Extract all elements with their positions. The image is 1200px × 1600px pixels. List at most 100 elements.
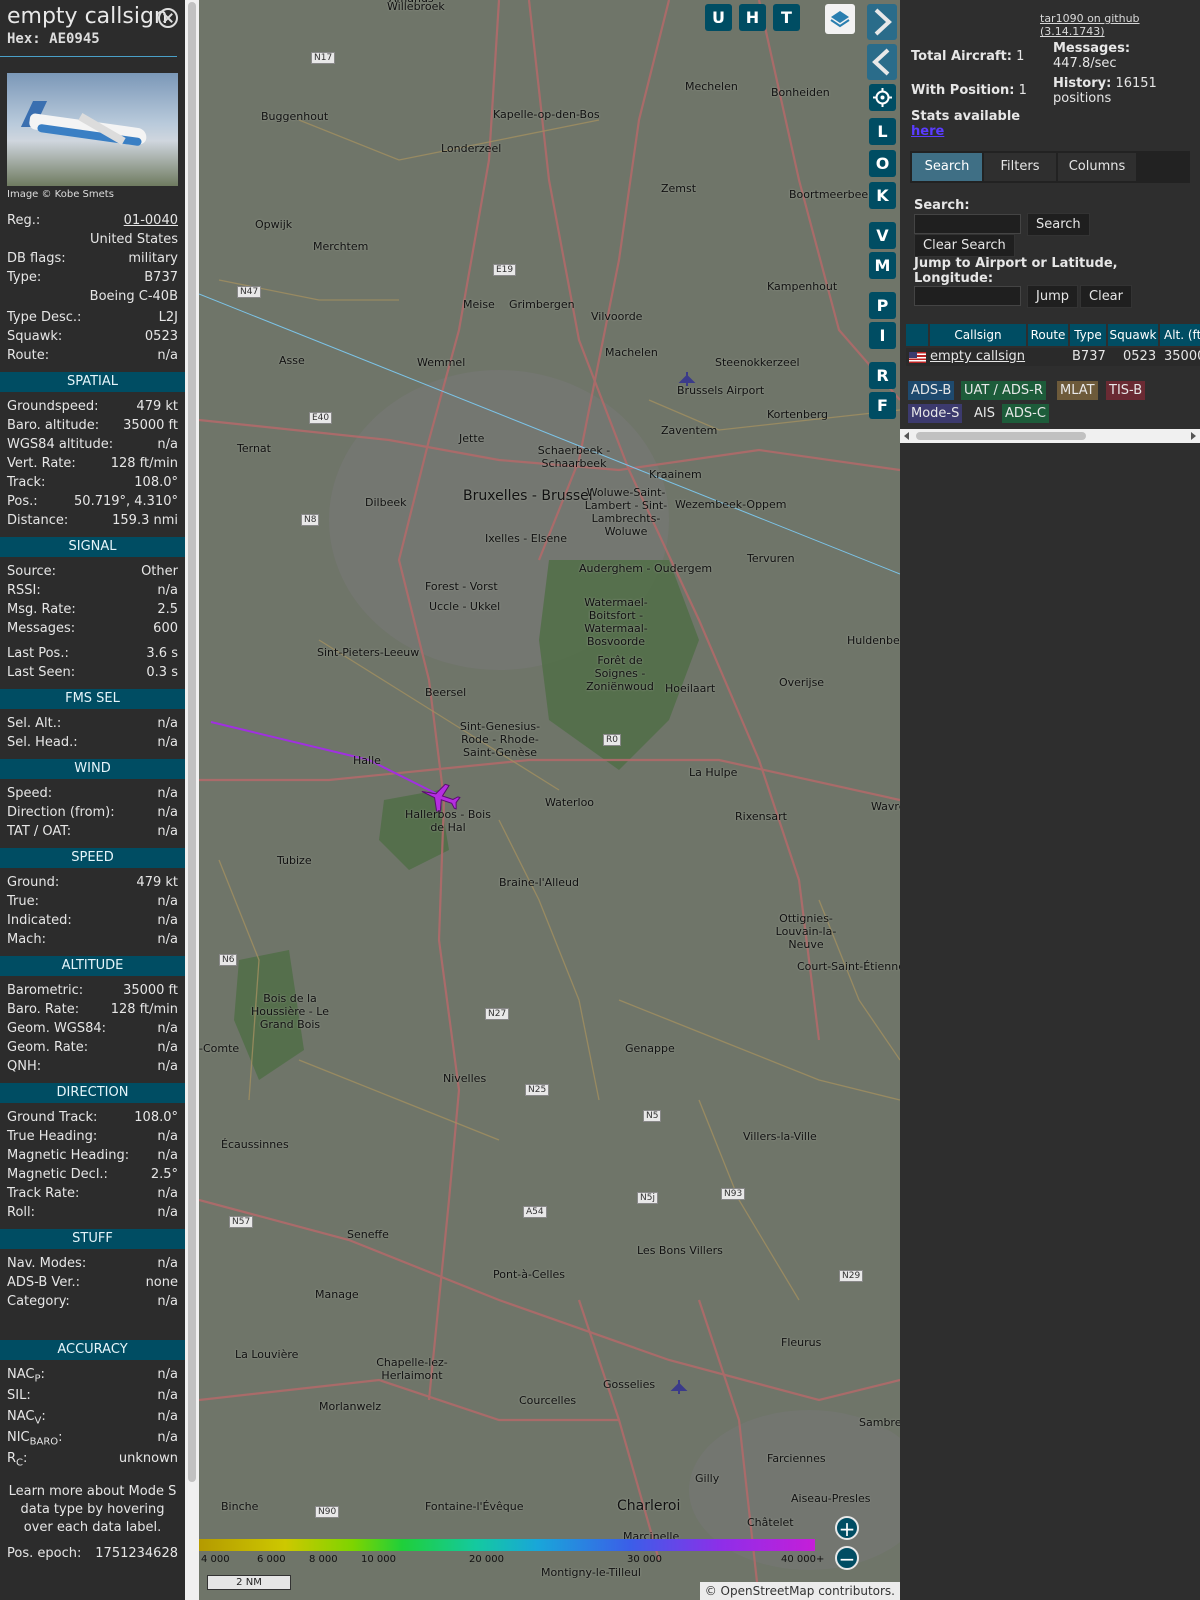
col-callsign[interactable]: Callsign: [930, 324, 1026, 346]
info-key: NACP:: [7, 1367, 45, 1385]
chevron-right-icon: [874, 8, 892, 36]
info-row: SIL: n/a: [0, 1387, 185, 1408]
zoom-in-button[interactable]: +: [835, 1516, 859, 1540]
info-scrollbar[interactable]: [185, 0, 199, 1600]
map-place-label: Forest - Vorst: [425, 580, 498, 593]
info-value: 108.0°: [134, 475, 178, 490]
layers-button[interactable]: [825, 4, 855, 34]
toggle-t-button[interactable]: T: [773, 4, 800, 31]
search-input[interactable]: [914, 214, 1021, 234]
source-badge: ADS-C: [1002, 404, 1049, 423]
map-place-label: Manage: [315, 1288, 359, 1301]
map-place-label: Kortenberg: [767, 408, 829, 421]
col-squawk[interactable]: Squawk: [1108, 324, 1158, 346]
tab-columns[interactable]: Columns: [1058, 153, 1136, 181]
info-row: Ground Track: 108.0°: [0, 1109, 185, 1128]
close-icon[interactable]: [158, 8, 178, 28]
map-place-label: Wavre: [871, 800, 900, 813]
map-toggle-i-button[interactable]: I: [869, 322, 896, 349]
info-value: unknown: [118, 1451, 178, 1466]
colorbar-label: 30 000: [627, 1554, 662, 1565]
table-row[interactable]: empty callsign B737 0523 35000: [906, 348, 1200, 366]
road-shield: N57: [229, 1216, 254, 1228]
aircraft-photo[interactable]: [7, 73, 178, 186]
info-row: Type: B737: [0, 269, 185, 288]
map-place-label: Asse: [279, 354, 305, 367]
tab-filters[interactable]: Filters: [984, 153, 1056, 181]
road-shield: N29: [839, 1270, 864, 1282]
messages-rate: Messages: 447.8/sec: [1053, 41, 1131, 71]
map-view[interactable]: WillebroekAmandsMechelenBonheidenBuggenh…: [199, 0, 900, 1600]
github-link[interactable]: tar1090 on github (3.14.1743): [1040, 12, 1200, 38]
map-toggle-f-button[interactable]: F: [869, 392, 896, 419]
info-value: 35000 ft: [123, 983, 178, 998]
section-header: SPEED: [0, 848, 185, 868]
zoom-out-button[interactable]: −: [835, 1546, 859, 1570]
info-key: Speed:: [7, 786, 53, 801]
photo-credit: Image © Kobe Smets: [7, 189, 114, 200]
info-key: NACV:: [7, 1409, 46, 1427]
map-attribution[interactable]: © OpenStreetMap contributors.: [699, 1582, 900, 1600]
info-key: Direction (from):: [7, 805, 115, 820]
toggle-h-button[interactable]: H: [739, 4, 766, 31]
map-toggle-l-button[interactable]: L: [869, 118, 896, 145]
info-key: Track:: [7, 475, 46, 490]
map-place-label: Rixensart: [735, 810, 787, 823]
map-toggle-p-button[interactable]: P: [869, 292, 896, 319]
stats-link[interactable]: here: [911, 124, 944, 139]
section-header: WIND: [0, 759, 185, 779]
info-value: 35000 ft: [123, 418, 178, 433]
map-place-label: Halle: [353, 754, 381, 767]
sidebar: tar1090 on github (3.14.1743) Total Airc…: [900, 0, 1200, 1600]
map-toggle-o-button[interactable]: O: [869, 150, 896, 177]
map-place-label: Ottignies-Louvain-la-Neuve: [775, 912, 837, 951]
road-shield: N93: [721, 1188, 746, 1200]
info-value: 128 ft/min: [110, 456, 178, 471]
jump-button[interactable]: Jump: [1027, 285, 1078, 308]
table-scrollbar[interactable]: [900, 429, 1200, 443]
info-key: Messages:: [7, 621, 76, 636]
collapse-sidebar-button[interactable]: [867, 44, 897, 80]
row-callsign[interactable]: empty callsign: [930, 348, 1025, 366]
map-place-label: Courcelles: [519, 1394, 577, 1407]
map-place-label: La Hulpe: [689, 766, 738, 779]
toggle-u-button[interactable]: U: [705, 4, 732, 31]
section-header: STUFF: [0, 1229, 185, 1249]
map-place-label: Beersel: [425, 686, 467, 699]
info-value: n/a: [157, 1409, 178, 1424]
expand-sidebar-button[interactable]: [867, 4, 897, 40]
info-key: Geom. Rate:: [7, 1040, 89, 1055]
info-value[interactable]: 01-0040: [124, 213, 178, 228]
map-toggle-r-button[interactable]: R: [869, 362, 896, 389]
map-place-label: Chapelle-lez-Herlaimont: [376, 1356, 448, 1382]
info-key: Type:: [7, 270, 42, 285]
col-route[interactable]: Route: [1028, 324, 1068, 346]
search-button[interactable]: Search: [1027, 213, 1090, 236]
settings-button[interactable]: [869, 84, 896, 111]
search-label: Search:: [914, 198, 970, 213]
map-toggle-m-button[interactable]: M: [869, 252, 896, 279]
source-badge: ADS-B: [908, 381, 955, 400]
road-shield: N17: [311, 52, 336, 64]
info-value: 50.719°, 4.310°: [74, 494, 178, 509]
info-row: Groundspeed: 479 kt: [0, 398, 185, 417]
tab-search[interactable]: Search: [912, 153, 982, 181]
map-place-label: Châtelet: [747, 1516, 794, 1529]
map-place-label: Hoeilaart: [665, 682, 716, 695]
info-row: Pos.: 50.719°, 4.310°: [0, 493, 185, 512]
info-key: Squawk:: [7, 329, 63, 344]
col-type[interactable]: Type: [1070, 324, 1106, 346]
jump-input[interactable]: [914, 286, 1021, 306]
clear-search-button[interactable]: Clear Search: [914, 234, 1015, 257]
info-row: NACP: n/a: [0, 1366, 185, 1387]
map-toggle-v-button[interactable]: V: [869, 222, 896, 249]
info-value: 108.0°: [134, 1110, 178, 1125]
info-key: Nav. Modes:: [7, 1256, 87, 1271]
info-row: Track Rate: n/a: [0, 1185, 185, 1204]
info-row: Route: n/a: [0, 347, 185, 366]
info-key: Category:: [7, 1294, 70, 1309]
map-toggle-k-button[interactable]: K: [869, 182, 896, 209]
col-altitude[interactable]: Alt. (ft): [1160, 324, 1200, 346]
info-key: NICBARO:: [7, 1430, 63, 1448]
clear-button[interactable]: Clear: [1080, 285, 1132, 308]
